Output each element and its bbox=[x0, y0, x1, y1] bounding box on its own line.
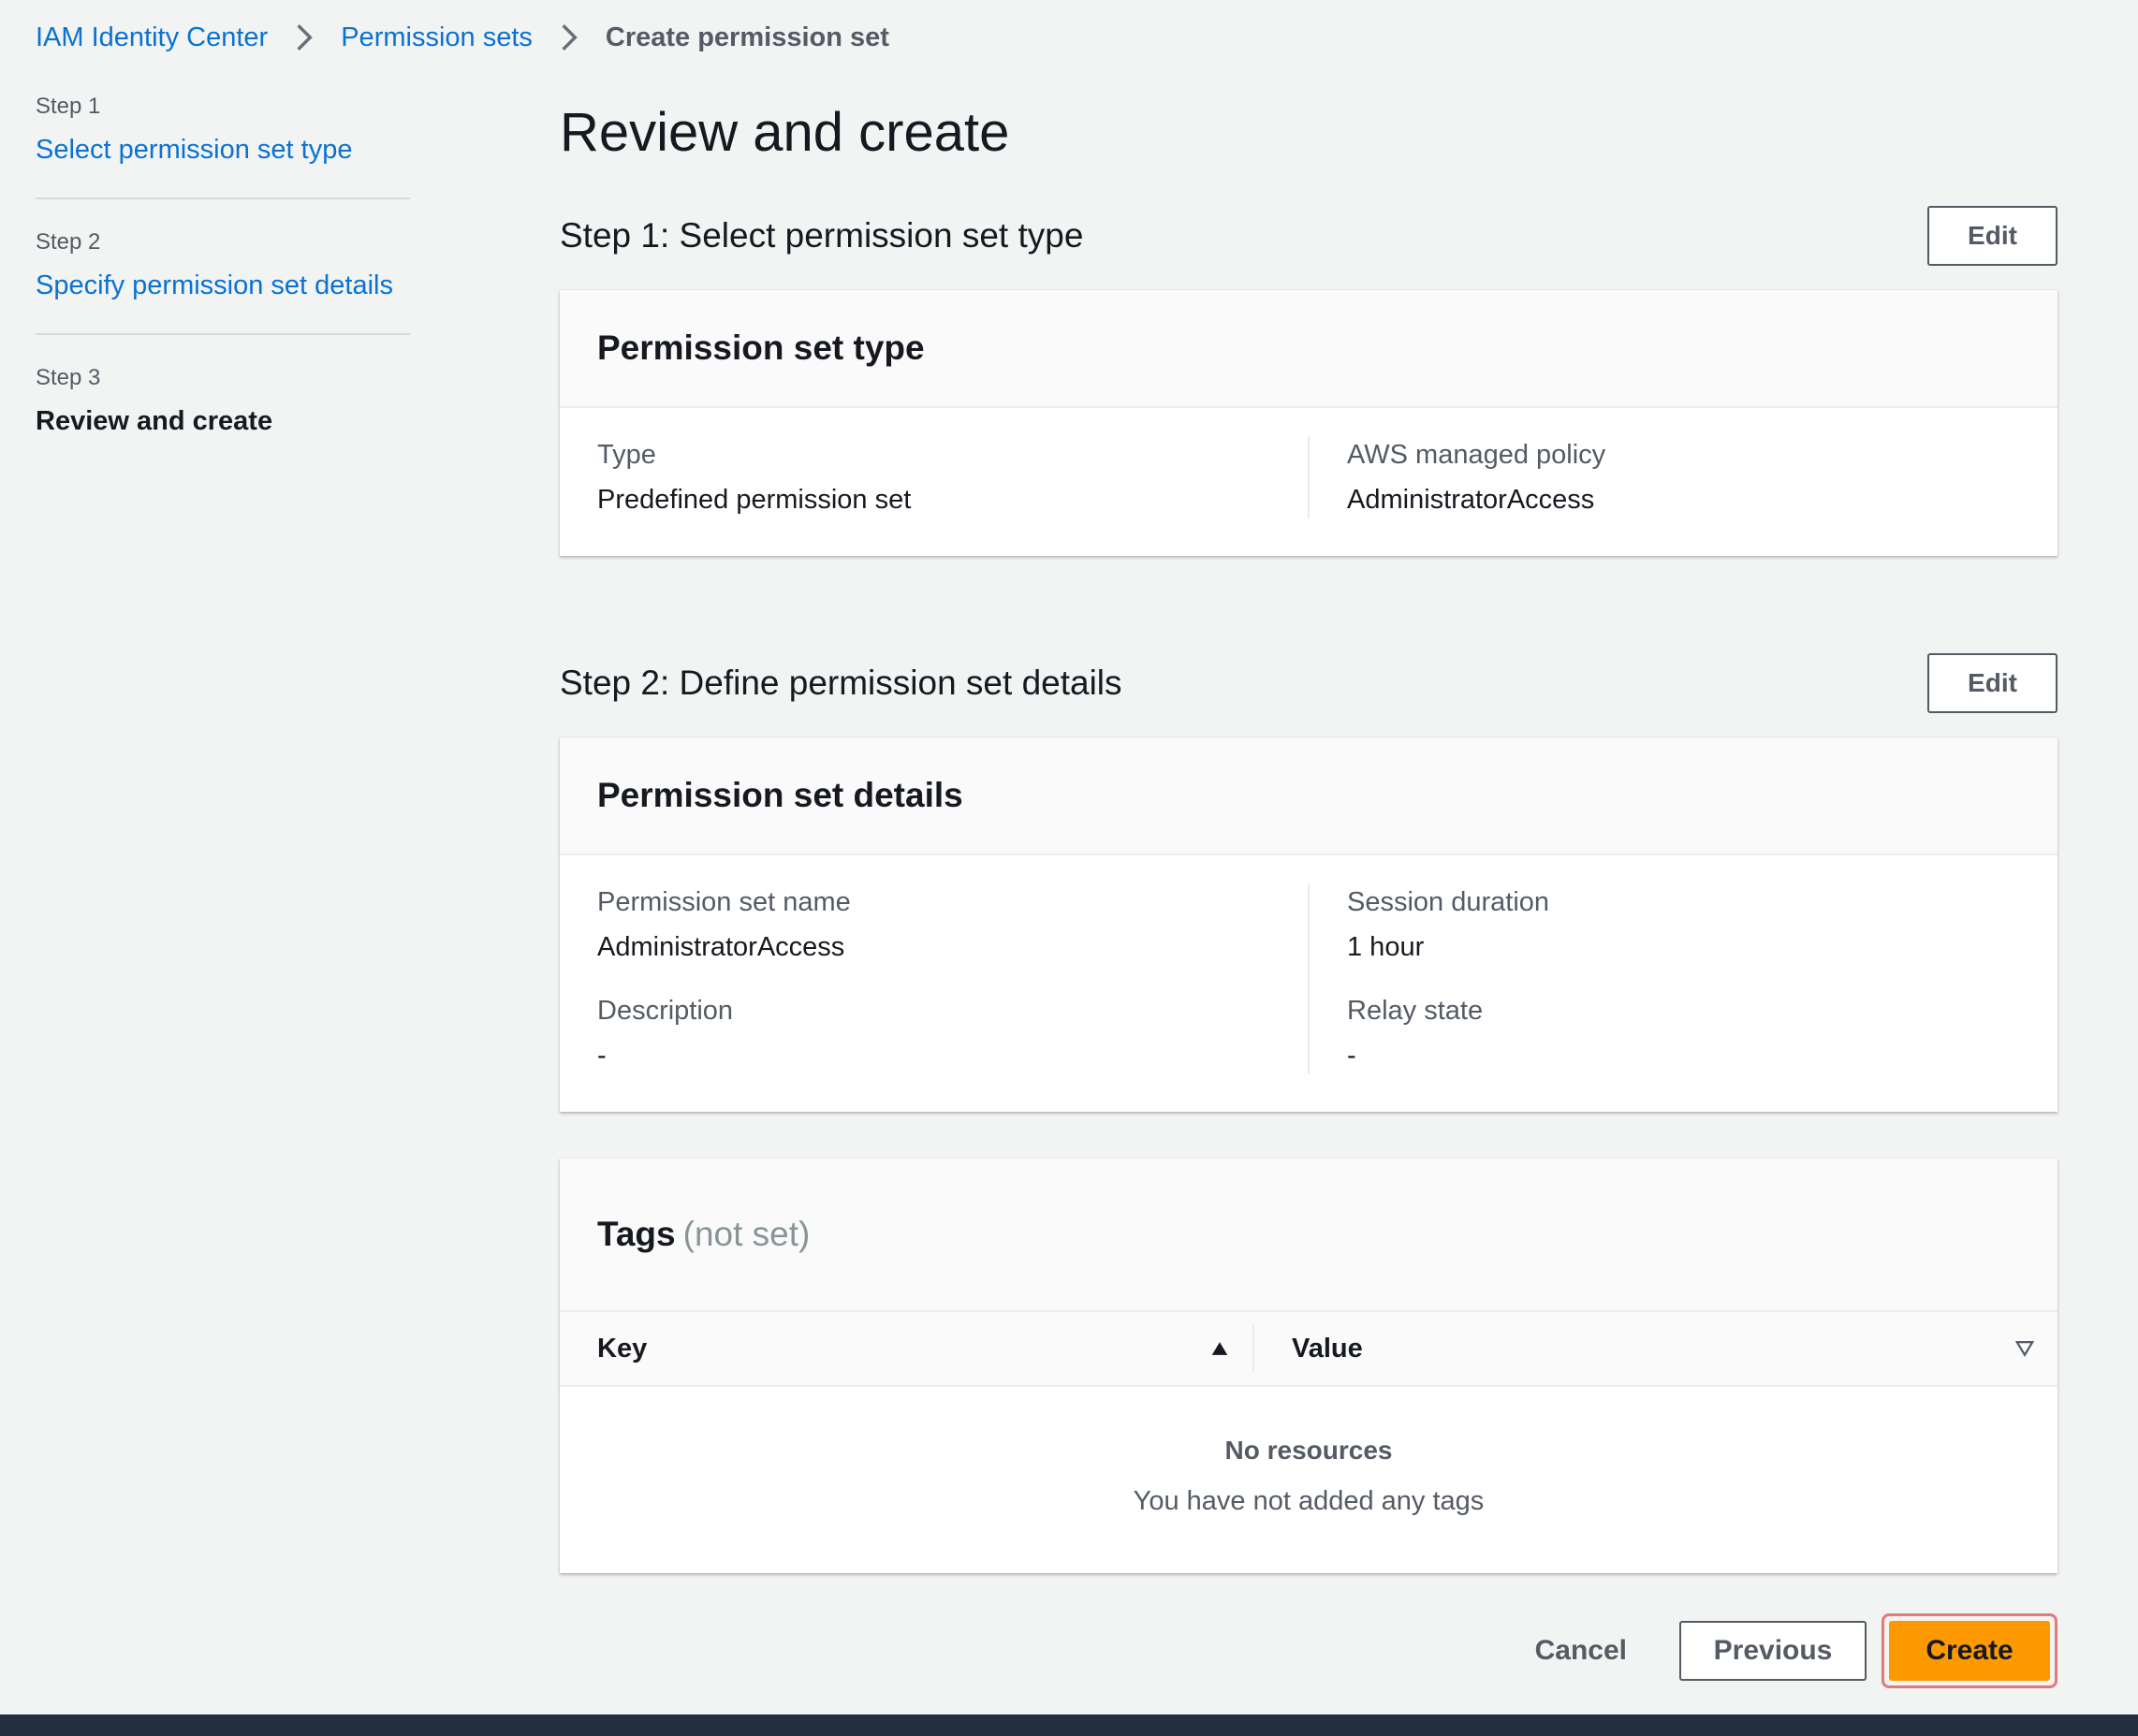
section-1-header: Step 1: Select permission set type Edit bbox=[560, 206, 2057, 266]
description-label: Description bbox=[597, 996, 734, 1026]
previous-button[interactable]: Previous bbox=[1679, 1621, 1867, 1681]
section-2-header: Step 2: Define permission set details Ed… bbox=[560, 653, 2057, 713]
duration-label: Session duration bbox=[1347, 887, 1550, 917]
policy-value: AdministratorAccess bbox=[1347, 485, 1595, 515]
relay-label: Relay state bbox=[1347, 996, 1484, 1026]
kv-column: AWS managed policy AdministratorAccess bbox=[1308, 436, 2057, 518]
name-value: AdministratorAccess bbox=[597, 932, 845, 962]
type-label: Type bbox=[597, 440, 656, 470]
card-title: Permission set details bbox=[597, 776, 963, 814]
card-title: Permission set type bbox=[597, 328, 925, 367]
tags-table-header: Key Value bbox=[560, 1312, 2057, 1387]
step-number: Step 3 bbox=[36, 365, 101, 390]
column-label: Value bbox=[1292, 1333, 1363, 1364]
step-current-review: Review and create bbox=[36, 406, 273, 436]
breadcrumb-link-permission-sets[interactable]: Permission sets bbox=[341, 22, 533, 53]
type-value: Predefined permission set bbox=[597, 485, 912, 515]
step-number: Step 1 bbox=[36, 94, 101, 119]
empty-title: No resources bbox=[1224, 1436, 1393, 1465]
column-header-value[interactable]: Value bbox=[1252, 1325, 2057, 1372]
kv-column: Type Predefined permission set bbox=[560, 436, 1308, 518]
create-button-highlight: Create bbox=[1882, 1613, 2057, 1688]
card-header: Permission set details bbox=[560, 737, 2057, 855]
wizard-step-2: Step 2 Specify permission set details bbox=[36, 229, 410, 335]
card-header: Permission set type bbox=[560, 290, 2057, 408]
kv-column: Permission set name AdministratorAccess … bbox=[560, 883, 1308, 1074]
chevron-right-icon bbox=[297, 24, 313, 51]
empty-state: No resources You have not added any tags bbox=[560, 1387, 2057, 1573]
permission-set-details-card: Permission set details Permission set na… bbox=[560, 737, 2057, 1112]
key-value-grid: Type Predefined permission set AWS manag… bbox=[560, 408, 2057, 556]
permission-set-type-card: Permission set type Type Predefined perm… bbox=[560, 290, 2057, 556]
sort-ascending-icon bbox=[1211, 1342, 1228, 1355]
wizard-step-3: Step 3 Review and create bbox=[36, 365, 410, 469]
name-label: Permission set name bbox=[597, 887, 851, 917]
breadcrumb-link-iam-identity-center[interactable]: IAM Identity Center bbox=[36, 22, 268, 53]
edit-step-1-button[interactable]: Edit bbox=[1927, 206, 2057, 266]
tags-title: Tags bbox=[597, 1215, 676, 1253]
page-title: Review and create bbox=[560, 102, 1010, 163]
wizard-steps-nav: Step 1 Select permission set type Step 2… bbox=[36, 94, 410, 499]
tags-not-set: (not set) bbox=[682, 1215, 811, 1253]
chevron-right-icon bbox=[562, 24, 578, 51]
step-link-specify-details[interactable]: Specify permission set details bbox=[36, 270, 393, 300]
column-label: Key bbox=[597, 1333, 648, 1364]
description-value: - bbox=[597, 1041, 607, 1071]
card-header: Tags (not set) bbox=[560, 1159, 2057, 1312]
step-number: Step 2 bbox=[36, 229, 101, 255]
sort-descending-icon bbox=[2014, 1341, 2035, 1358]
empty-message: You have not added any tags bbox=[1133, 1486, 1485, 1516]
wizard-step-1: Step 1 Select permission set type bbox=[36, 94, 410, 199]
key-value-grid: Permission set name AdministratorAccess … bbox=[560, 855, 2057, 1112]
relay-value: - bbox=[1347, 1041, 1356, 1071]
console-footer-bar bbox=[0, 1714, 2138, 1736]
tags-card: Tags (not set) Key Value No resources You… bbox=[560, 1159, 2057, 1573]
breadcrumb: IAM Identity Center Permission sets Crea… bbox=[36, 17, 889, 58]
wizard-actions: Cancel Previous Create bbox=[1498, 1613, 2057, 1688]
column-header-key[interactable]: Key bbox=[560, 1312, 1252, 1385]
step-link-select-type[interactable]: Select permission set type bbox=[36, 135, 352, 165]
section-2-heading: Step 2: Define permission set details bbox=[560, 664, 1122, 702]
section-1-heading: Step 1: Select permission set type bbox=[560, 216, 1084, 255]
main-content: Review and create Step 1: Select permiss… bbox=[560, 94, 2057, 1688]
policy-label: AWS managed policy bbox=[1347, 440, 1606, 470]
create-button[interactable]: Create bbox=[1889, 1621, 2050, 1681]
card-title: Tags (not set) bbox=[597, 1215, 810, 1254]
edit-step-2-button[interactable]: Edit bbox=[1927, 653, 2057, 713]
duration-value: 1 hour bbox=[1347, 932, 1425, 962]
kv-column: Session duration 1 hour Relay state - bbox=[1308, 883, 2057, 1074]
cancel-button[interactable]: Cancel bbox=[1498, 1621, 1664, 1681]
breadcrumb-current: Create permission set bbox=[605, 22, 889, 52]
